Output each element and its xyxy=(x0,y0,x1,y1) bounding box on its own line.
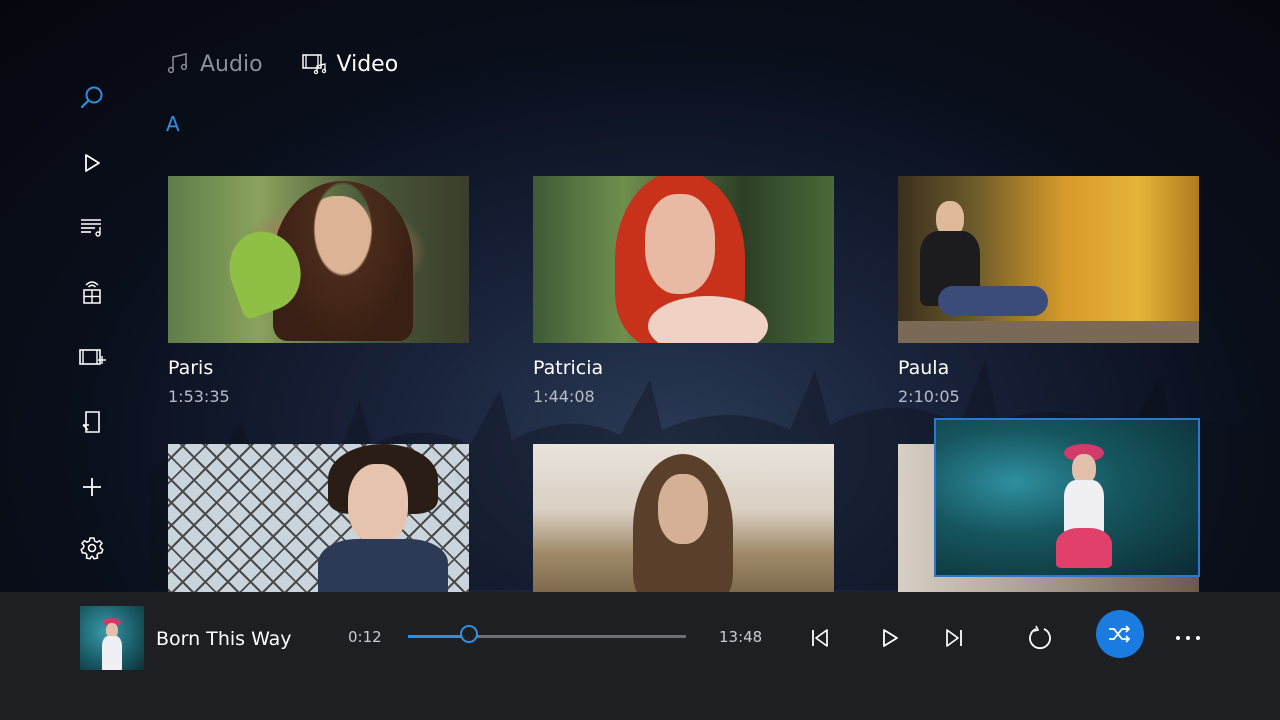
previous-button[interactable] xyxy=(800,618,840,658)
seek-handle[interactable] xyxy=(460,625,479,643)
now-playing-bar: Born This Way 0:12 13:48 xyxy=(0,592,1280,720)
video-duration: 1:53:35 xyxy=(168,387,230,406)
playlist-icon[interactable] xyxy=(76,211,108,243)
seek-bar[interactable] xyxy=(408,625,686,643)
section-letter[interactable]: A xyxy=(166,112,180,136)
video-preview[interactable] xyxy=(934,418,1200,577)
video-thumbnail xyxy=(533,176,834,343)
video-title: Patricia xyxy=(533,357,604,379)
tab-audio-label: Audio xyxy=(200,51,263,77)
video-tile[interactable] xyxy=(533,444,834,592)
gear-icon[interactable] xyxy=(76,532,108,564)
tab-video-label: Video xyxy=(336,51,399,77)
more-icon xyxy=(1176,636,1200,640)
video-tile[interactable]: Paris 1:53:35 xyxy=(168,176,469,406)
next-button[interactable] xyxy=(934,618,974,658)
tab-video[interactable]: Video xyxy=(301,44,399,84)
skip-next-icon xyxy=(946,629,962,647)
total-time: 13:48 xyxy=(719,628,763,646)
video-tile[interactable]: Paula 2:10:05 xyxy=(898,176,1199,406)
media-type-tabs: Audio Video xyxy=(166,44,398,84)
play-icon[interactable] xyxy=(76,147,108,179)
repeat-icon xyxy=(1029,625,1051,649)
play-button[interactable] xyxy=(870,618,910,658)
more-options-button[interactable] xyxy=(1168,618,1208,658)
video-icon xyxy=(301,54,326,75)
video-tile[interactable]: Patricia 1:44:08 xyxy=(533,176,834,406)
search-icon[interactable] xyxy=(76,82,108,114)
song-title: Born This Way xyxy=(156,628,292,650)
repeat-button[interactable] xyxy=(1020,618,1060,658)
video-thumbnail xyxy=(168,176,469,343)
album-art[interactable] xyxy=(80,606,144,670)
skip-previous-icon xyxy=(812,629,828,647)
video-duration: 1:44:08 xyxy=(533,387,595,406)
sidebar xyxy=(62,70,122,590)
device-icon[interactable] xyxy=(76,406,108,438)
shuffle-icon xyxy=(1109,625,1131,643)
video-title: Paris xyxy=(168,357,214,379)
video-duration: 2:10:05 xyxy=(898,387,960,406)
tab-audio[interactable]: Audio xyxy=(166,44,263,84)
add-icon[interactable] xyxy=(76,471,108,503)
video-tile[interactable] xyxy=(168,444,469,592)
video-library-icon[interactable] xyxy=(76,341,108,373)
play-icon xyxy=(883,629,898,647)
video-thumbnail xyxy=(898,176,1199,343)
shuffle-button[interactable] xyxy=(1096,610,1144,658)
music-note-icon xyxy=(167,53,188,74)
video-thumbnail xyxy=(168,444,469,592)
video-title: Paula xyxy=(898,357,950,379)
video-thumbnail xyxy=(533,444,834,592)
media-server-icon[interactable] xyxy=(76,276,108,308)
current-time: 0:12 xyxy=(348,628,382,646)
